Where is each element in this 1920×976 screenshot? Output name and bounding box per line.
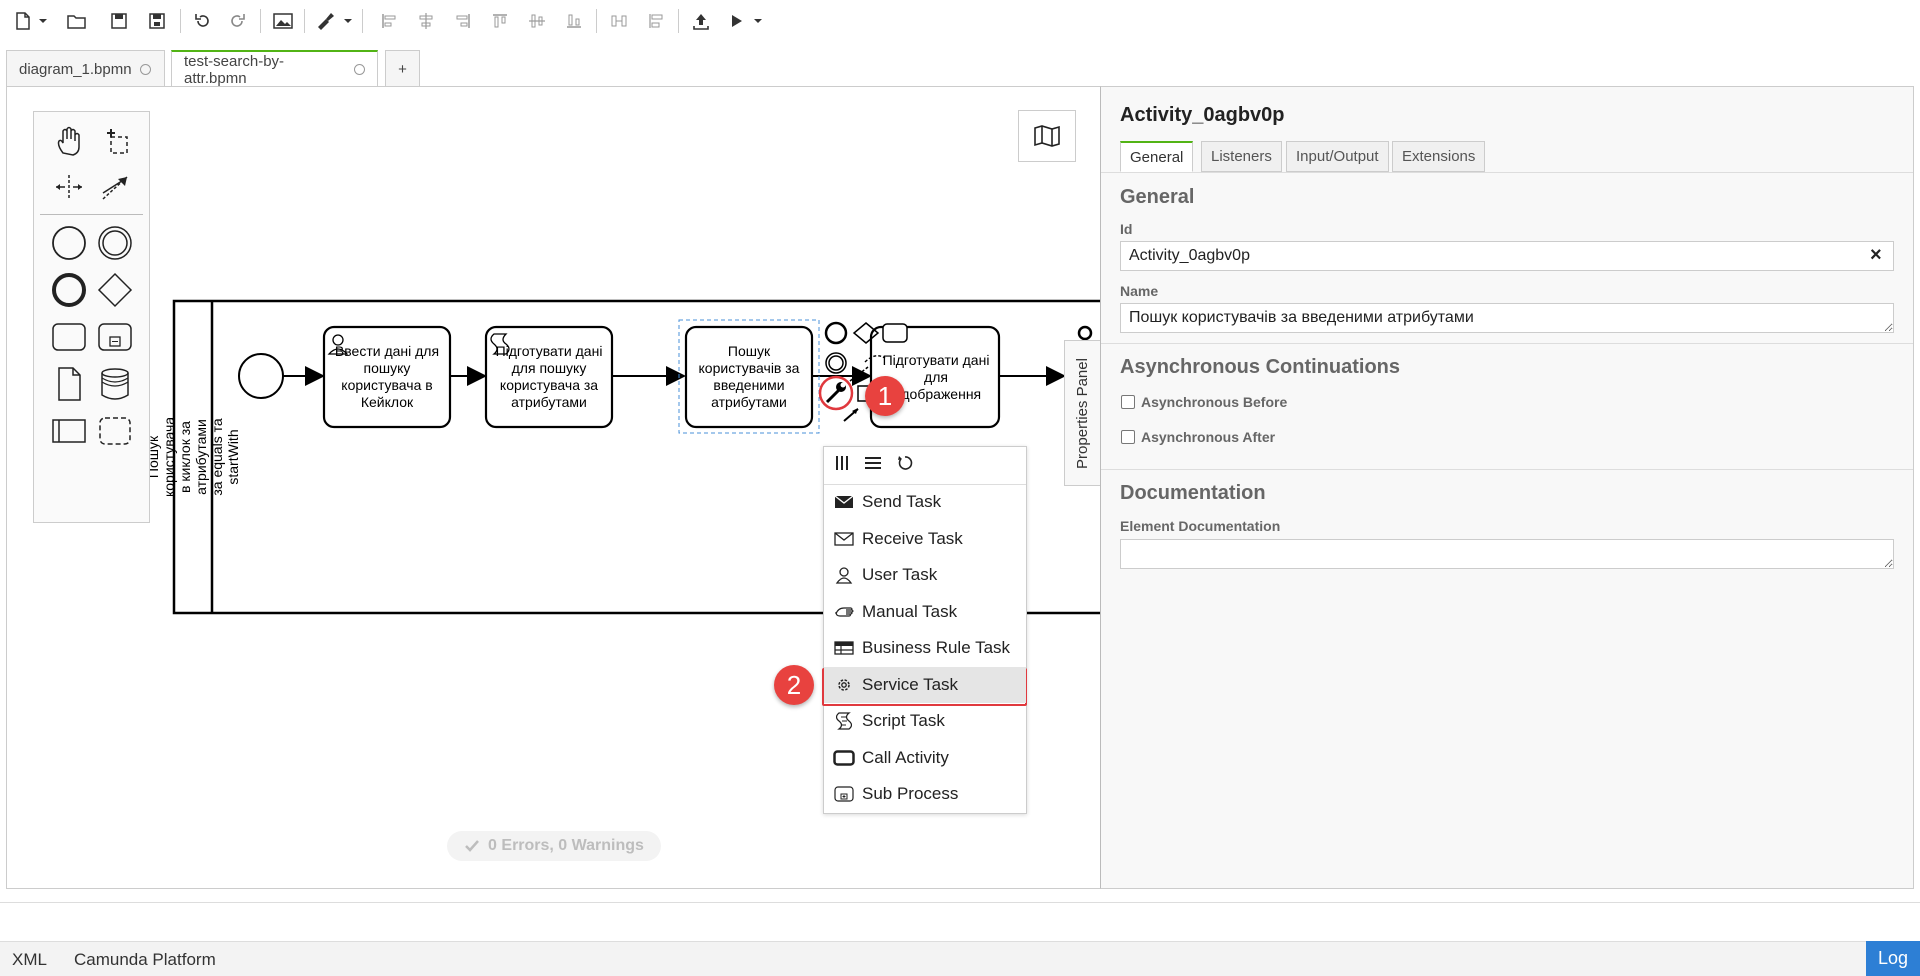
menu-item-call-activity[interactable]: Call Activity xyxy=(824,740,1026,776)
call-activity-icon xyxy=(832,748,856,768)
create-gateway-icon[interactable] xyxy=(92,267,138,313)
loop-icon[interactable] xyxy=(896,454,914,477)
minimap-toggle-button[interactable] xyxy=(1018,110,1076,162)
create-group-icon[interactable] xyxy=(92,408,138,454)
menu-item-label: User Task xyxy=(862,565,938,584)
async-before-checkbox[interactable]: Asynchronous Before xyxy=(1121,394,1287,410)
menu-item-receive-task[interactable]: Receive Task xyxy=(824,521,1026,557)
gear-icon xyxy=(832,675,856,695)
name-input[interactable]: Пошук користувачів за введеними атрибута… xyxy=(1120,303,1894,333)
validation-status[interactable]: 0 Errors, 0 Warnings xyxy=(447,831,661,861)
element-documentation-input[interactable] xyxy=(1120,539,1894,569)
menu-item-label: Service Task xyxy=(862,674,959,694)
palette-separator xyxy=(40,214,143,215)
section-divider xyxy=(1101,469,1913,470)
platform-label[interactable]: Camunda Platform xyxy=(74,950,216,970)
hand-tool-icon[interactable] xyxy=(46,118,92,164)
parallel-multi-instance-icon[interactable] xyxy=(834,455,850,476)
tabs-divider xyxy=(1101,172,1913,173)
menu-item-user-task[interactable]: User Task xyxy=(824,557,1026,593)
xml-button[interactable]: XML xyxy=(12,950,47,970)
log-button[interactable]: Log xyxy=(1866,941,1920,976)
menu-item-label: Receive Task xyxy=(862,528,963,548)
menu-item-label: Business Rule Task xyxy=(862,638,1011,657)
element-title: Activity_0agbv0p xyxy=(1120,104,1285,126)
create-pool-icon[interactable] xyxy=(46,408,92,454)
global-connect-tool-icon[interactable] xyxy=(92,164,138,210)
task-label: Ввести дані для пошуку користувача в Кей… xyxy=(334,343,440,410)
menu-item-label: Script Task xyxy=(862,711,945,730)
menu-item-label: Send Task xyxy=(862,492,942,511)
footer-separator xyxy=(0,902,1920,903)
async-heading: Asynchronous Continuations xyxy=(1120,356,1400,378)
tab-extensions[interactable]: Extensions xyxy=(1392,141,1486,172)
check-icon xyxy=(465,840,479,852)
element-documentation-label: Element Documentation xyxy=(1120,518,1281,534)
create-data-object-icon[interactable] xyxy=(46,361,92,407)
validation-status-text: 0 Errors, 0 Warnings xyxy=(488,837,644,854)
properties-panel-toggle-label: Properties Panel xyxy=(1074,357,1091,469)
properties-panel-toggle[interactable]: Properties Panel xyxy=(1064,340,1100,486)
create-space-tool-icon[interactable] xyxy=(92,118,138,164)
envelope-filled-icon xyxy=(832,492,856,512)
sequential-multi-instance-icon[interactable] xyxy=(864,455,882,476)
menu-item-manual-task[interactable]: Manual Task xyxy=(824,594,1026,630)
create-intermediate-event-icon[interactable] xyxy=(92,220,138,266)
async-after-checkbox[interactable]: Asynchronous After xyxy=(1121,429,1275,445)
hand-icon xyxy=(832,602,856,622)
documentation-heading: Documentation xyxy=(1120,482,1266,504)
id-input[interactable] xyxy=(1120,241,1894,271)
task-label: Пошук користувачів за введеними атрибута… xyxy=(698,343,800,410)
menu-item-send-task[interactable]: Send Task xyxy=(824,484,1026,520)
subprocess-icon xyxy=(832,784,856,804)
async-before-label: Asynchronous Before xyxy=(1141,394,1288,410)
space-tool-icon[interactable] xyxy=(46,164,92,210)
step-badge-1: 1 xyxy=(865,376,905,416)
script-icon xyxy=(832,711,856,731)
step-badge-2: 2 xyxy=(774,665,814,705)
id-label: Id xyxy=(1120,221,1133,237)
menu-item-label: Call Activity xyxy=(862,747,949,767)
menu-item-service-task[interactable]: Service Task xyxy=(824,666,1026,703)
name-label: Name xyxy=(1120,283,1159,299)
replace-menu-header xyxy=(824,447,1026,485)
section-divider xyxy=(1101,343,1913,344)
tool-palette xyxy=(33,111,150,523)
tab-listeners[interactable]: Listeners xyxy=(1201,141,1282,172)
table-icon xyxy=(832,638,856,658)
status-bar: XML Camunda Platform xyxy=(0,941,1920,976)
pool-label: Пошук користувача в киклок за атрибутами… xyxy=(145,416,242,498)
menu-item-business-rule-task[interactable]: Business Rule Task xyxy=(824,630,1026,666)
checkbox-box[interactable] xyxy=(1121,430,1135,444)
menu-item-label: Manual Task xyxy=(862,601,958,621)
envelope-outline-icon xyxy=(832,529,856,549)
map-icon xyxy=(1034,125,1060,147)
create-subprocess-icon[interactable] xyxy=(92,314,138,360)
menu-item-script-task[interactable]: Script Task xyxy=(824,703,1026,739)
user-icon xyxy=(832,565,856,585)
checkbox-box[interactable] xyxy=(1121,395,1135,409)
create-task-icon[interactable] xyxy=(46,314,92,360)
start-event[interactable] xyxy=(238,353,284,399)
async-after-label: Asynchronous After xyxy=(1141,429,1276,445)
create-end-event-icon[interactable] xyxy=(46,267,92,313)
menu-item-label: Sub Process xyxy=(862,784,959,803)
create-data-store-icon[interactable] xyxy=(92,361,138,407)
tab-general[interactable]: General xyxy=(1120,141,1194,172)
menu-item-sub-process[interactable]: Sub Process xyxy=(824,776,1026,812)
create-start-event-icon[interactable] xyxy=(46,220,92,266)
general-heading: General xyxy=(1120,186,1195,208)
tab-input-output[interactable]: Input/Output xyxy=(1286,141,1389,172)
task-label: Підготувати дані для пошуку користувача … xyxy=(495,343,603,410)
clear-id-icon[interactable]: × xyxy=(1870,244,1882,267)
